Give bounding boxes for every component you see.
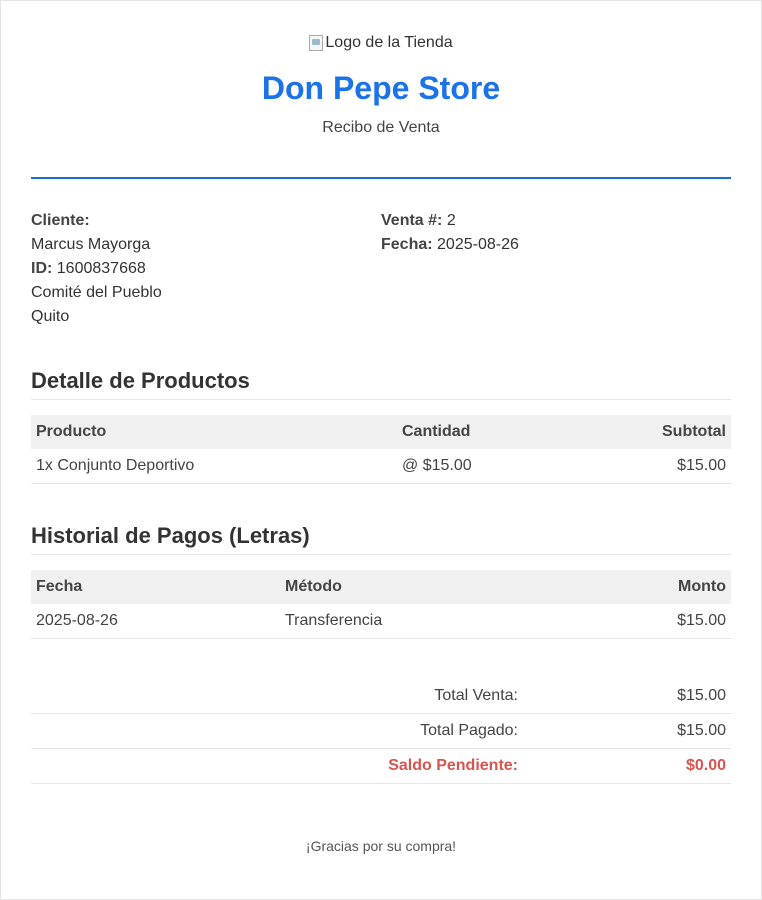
total-paid-label: Total Pagado: — [420, 722, 518, 739]
products-col-product: Producto — [31, 415, 397, 449]
payments-col-date: Fecha — [31, 570, 280, 604]
products-section: Detalle de Productos Producto Cantidad S… — [31, 367, 731, 484]
payments-col-method: Método — [280, 570, 530, 604]
payment-amount: $15.00 — [530, 604, 731, 639]
payments-section: Historial de Pagos (Letras) Fecha Método… — [31, 522, 731, 639]
table-row: 1x Conjunto Deportivo @ $15.00 $15.00 — [31, 449, 731, 484]
payment-method: Transferencia — [280, 604, 530, 639]
payment-date: 2025-08-26 — [31, 604, 280, 639]
products-col-subtotal: Subtotal — [577, 415, 731, 449]
receipt-header: Logo de la Tienda Don Pepe Store Recibo … — [31, 31, 731, 138]
sale-date-value: 2025-08-26 — [437, 236, 519, 253]
product-subtotal: $15.00 — [577, 449, 731, 484]
products-col-quantity: Cantidad — [397, 415, 577, 449]
payments-table: Fecha Método Monto 2025-08-26 Transferen… — [31, 570, 731, 639]
totals-summary: Total Venta: $15.00 Total Pagado: $15.00… — [31, 679, 731, 784]
pending-balance-value: $0.00 — [685, 757, 726, 774]
customer-id-label: ID: — [31, 260, 53, 277]
sale-number-value: 2 — [446, 212, 456, 229]
customer-address-line2: Quito — [31, 308, 70, 325]
receipt-info: Cliente: Marcus Mayorga ID: 1600837668 C… — [31, 209, 731, 329]
products-header-row: Producto Cantidad Subtotal — [31, 415, 731, 449]
total-sale-row: Total Venta: $15.00 — [31, 679, 731, 714]
sale-info: Venta #: 2 Fecha: 2025-08-26 — [381, 209, 731, 329]
customer-label: Cliente: — [31, 212, 90, 229]
payments-header-row: Fecha Método Monto — [31, 570, 731, 604]
pending-balance-label: Saldo Pendiente: — [388, 757, 518, 774]
pending-balance-row: Saldo Pendiente: $0.00 — [31, 749, 731, 784]
sale-date-label: Fecha: — [381, 236, 433, 253]
customer-info: Cliente: Marcus Mayorga ID: 1600837668 C… — [31, 209, 381, 329]
logo-alt-text: Logo de la Tienda — [325, 34, 453, 51]
total-paid-row: Total Pagado: $15.00 — [31, 714, 731, 749]
total-sale-label: Total Venta: — [434, 687, 518, 704]
products-title: Detalle de Productos — [31, 367, 731, 400]
table-row: 2025-08-26 Transferencia $15.00 — [31, 604, 731, 639]
products-table: Producto Cantidad Subtotal 1x Conjunto D… — [31, 415, 731, 484]
receipt-subtitle: Recibo de Venta — [322, 119, 440, 136]
product-quantity: @ $15.00 — [397, 449, 577, 484]
receipt: Logo de la Tienda Don Pepe Store Recibo … — [0, 0, 762, 900]
sale-number-label: Venta #: — [381, 212, 443, 229]
product-name: 1x Conjunto Deportivo — [31, 449, 397, 484]
payments-title: Historial de Pagos (Letras) — [31, 522, 731, 555]
customer-address-line1: Comité del Pueblo — [31, 284, 162, 301]
total-sale-value: $15.00 — [677, 687, 726, 704]
header-divider — [31, 177, 731, 179]
store-name: Don Pepe Store — [261, 70, 501, 106]
payments-col-amount: Monto — [530, 570, 731, 604]
store-logo: Logo de la Tienda — [309, 31, 453, 55]
customer-id-value: 1600837668 — [56, 260, 146, 277]
total-paid-value: $15.00 — [677, 722, 726, 739]
broken-image-icon — [309, 35, 324, 51]
customer-name: Marcus Mayorga — [31, 236, 151, 253]
thank-you-message: ¡Gracias por su compra! — [305, 838, 457, 854]
